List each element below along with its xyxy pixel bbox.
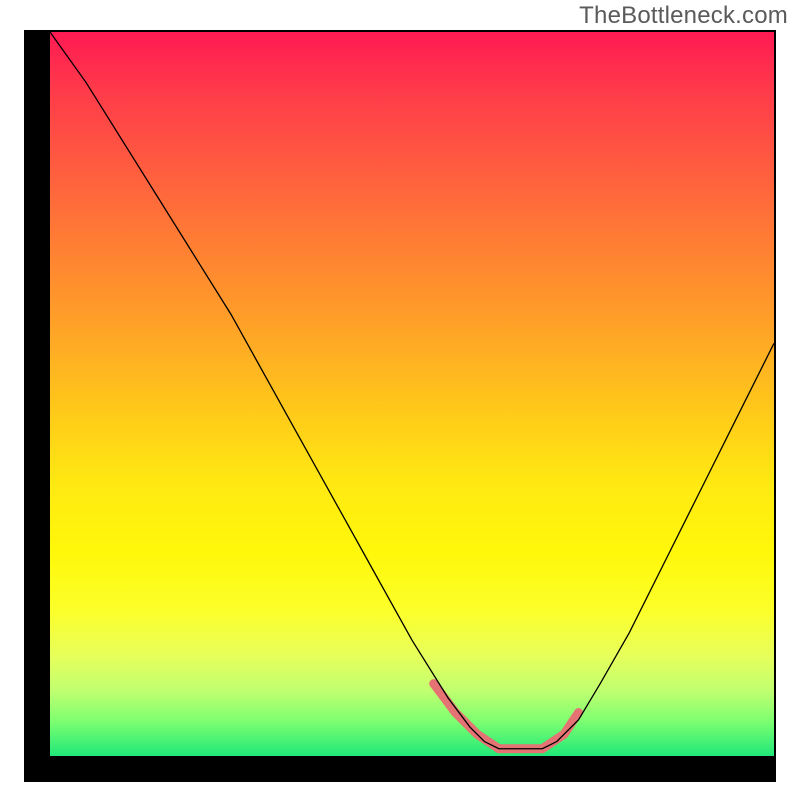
curve-svg — [50, 32, 774, 756]
bottleneck-curve — [50, 32, 774, 749]
attribution-text: TheBottleneck.com — [579, 2, 788, 30]
plot-frame — [24, 30, 776, 782]
optimal-highlight — [434, 684, 579, 749]
chart-container: TheBottleneck.com — [0, 0, 800, 800]
plot-area — [50, 32, 774, 756]
